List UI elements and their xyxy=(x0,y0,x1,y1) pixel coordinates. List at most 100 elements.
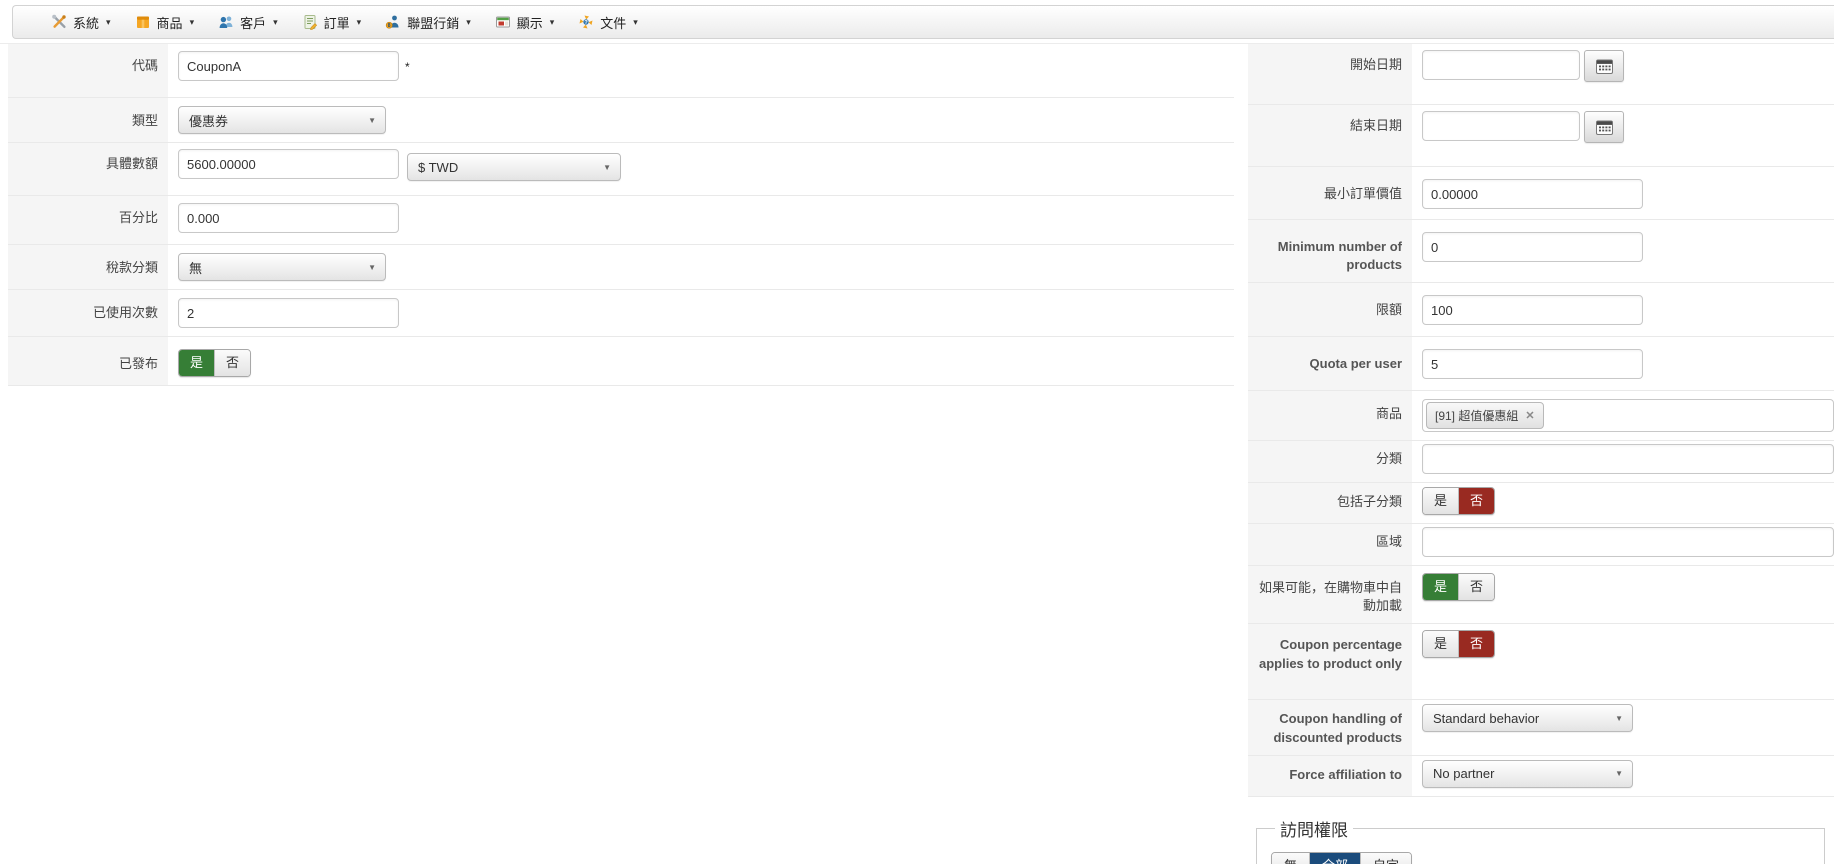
field-row-min-products: Minimum number of products xyxy=(1248,220,1834,284)
menu-item-affiliate[interactable]: 8 聯盟行銷 ▾ xyxy=(373,6,483,38)
regions-input[interactable] xyxy=(1422,526,1834,557)
end-date-calendar-button[interactable] xyxy=(1584,111,1624,143)
chevron-down-icon: ▼ xyxy=(603,162,611,172)
field-row-published: 已發布 是 否 xyxy=(8,337,1234,386)
force-affiliation-select[interactable]: No partner ▼ xyxy=(1422,759,1633,788)
chevron-down-icon: ▾ xyxy=(106,16,111,27)
products-label: 商品 xyxy=(1248,391,1412,441)
menu-item-label: 訂單 xyxy=(323,15,350,31)
start-date-calendar-button[interactable] xyxy=(1584,50,1624,82)
published-label: 已發布 xyxy=(8,337,168,385)
pct-product-only-label: Coupon percentage applies to product onl… xyxy=(1248,624,1412,700)
menu-item-label: 商品 xyxy=(156,15,183,31)
autoload-no-button[interactable]: 否 xyxy=(1458,573,1495,600)
menu-item-label: 客戶 xyxy=(240,15,267,31)
access-legend: 訪問權限 xyxy=(1280,820,1348,840)
menu-item-display[interactable]: 顯示 ▾ xyxy=(483,6,567,38)
chevron-down-icon: ▾ xyxy=(549,16,555,27)
menu-item-orders[interactable]: 訂單 ▾ xyxy=(290,6,374,38)
menu-item-documents[interactable]: ? 文件 ▾ xyxy=(566,6,650,38)
chevron-down-icon: ▼ xyxy=(368,262,376,272)
orders-icon xyxy=(302,14,318,30)
subcategories-no-button[interactable]: 否 xyxy=(1458,488,1495,514)
access-all-button[interactable]: 全部 xyxy=(1309,852,1361,864)
access-custom-button[interactable]: 自定 xyxy=(1360,852,1412,864)
field-row-pct-product-only: Coupon percentage applies to product onl… xyxy=(1248,624,1834,701)
menu-item-customers[interactable]: 客戶 ▾ xyxy=(206,6,290,38)
field-row-code: 代碼 * xyxy=(8,44,1234,98)
end-date-input[interactable] xyxy=(1422,111,1580,141)
min-products-label: Minimum number of products xyxy=(1248,220,1412,283)
quota-per-user-input[interactable] xyxy=(1422,349,1643,380)
coupon-main-column: 代碼 * 類型 優惠券 ▼ 具體數額 $ TWD ▼ xyxy=(8,44,1234,386)
pct-product-only-toggle: 是 否 xyxy=(1422,630,1496,658)
menu-item-products[interactable]: 商品 ▾ xyxy=(123,6,207,38)
include-subcategories-label: 包括子分類 xyxy=(1248,483,1412,523)
field-row-quota-per-user: Quota per user xyxy=(1248,337,1834,392)
menu-item-system[interactable]: 系統 ▾ xyxy=(39,6,123,38)
type-select[interactable]: 優惠券 ▼ xyxy=(178,106,386,134)
regions-label: 區域 xyxy=(1248,523,1412,565)
product-chip-label: [91] 超值優惠組 xyxy=(1435,409,1519,424)
chevron-down-icon: ▾ xyxy=(273,16,278,27)
field-row-categories: 分類 xyxy=(1248,441,1834,484)
discount-handling-select-value: Standard behavior xyxy=(1433,710,1540,726)
access-button-group: 無 全部 自定 xyxy=(1271,851,1413,864)
field-row-min-order-value: 最小訂單價值 xyxy=(1248,167,1834,220)
product-box-icon xyxy=(135,14,151,30)
menu-item-label: 聯盟行銷 xyxy=(407,15,460,31)
chevron-down-icon: ▼ xyxy=(1615,713,1623,723)
tools-icon xyxy=(51,14,67,30)
calendar-icon xyxy=(1595,59,1613,74)
end-date-label: 結束日期 xyxy=(1248,105,1412,166)
menu-item-label: 系統 xyxy=(73,15,100,31)
used-count-input[interactable] xyxy=(178,298,399,328)
field-row-amount: 具體數額 $ TWD ▼ xyxy=(8,143,1234,196)
currency-select[interactable]: $ TWD ▼ xyxy=(407,153,621,181)
type-select-value: 優惠券 xyxy=(189,113,229,129)
access-none-button[interactable]: 無 xyxy=(1272,852,1310,864)
autoload-cart-label: 如果可能，在購物車中自動加載 xyxy=(1248,565,1412,624)
published-no-button[interactable]: 否 xyxy=(214,350,251,376)
field-row-products: 商品 [91] 超值優惠組 ✕ xyxy=(1248,391,1834,442)
discount-handling-select[interactable]: Standard behavior ▼ xyxy=(1422,704,1633,733)
tax-select-value: 無 xyxy=(189,260,203,276)
coupon-restrictions-column: 開始日期 結束日期 最小訂單價值 Minimum number of produ… xyxy=(1248,44,1834,864)
field-row-tax: 稅款分類 無 ▼ xyxy=(8,245,1234,290)
required-marker: * xyxy=(405,60,410,74)
close-icon[interactable]: ✕ xyxy=(1525,409,1534,422)
product-chip: [91] 超值優惠組 ✕ xyxy=(1426,402,1544,430)
field-row-force-affiliation: Force affiliation to No partner ▼ xyxy=(1248,755,1834,797)
tax-select[interactable]: 無 ▼ xyxy=(178,253,386,281)
menu-item-label: 文件 xyxy=(600,15,627,31)
percent-input[interactable] xyxy=(178,203,399,233)
field-row-type: 類型 優惠券 ▼ xyxy=(8,98,1234,143)
autoload-yes-button[interactable]: 是 xyxy=(1423,573,1459,600)
categories-input[interactable] xyxy=(1422,444,1834,475)
tax-label: 稅款分類 xyxy=(8,245,168,289)
force-affiliation-select-value: No partner xyxy=(1433,766,1495,782)
calendar-icon xyxy=(1595,120,1613,135)
field-row-end-date: 結束日期 xyxy=(1248,105,1834,167)
pct-product-only-yes-button[interactable]: 是 xyxy=(1423,631,1459,657)
quota-input[interactable] xyxy=(1422,295,1643,326)
chevron-down-icon: ▼ xyxy=(368,115,376,125)
code-label: 代碼 xyxy=(8,44,168,97)
access-fieldset: 訪問權限 無 全部 自定 xyxy=(1256,815,1825,864)
min-order-value-input[interactable] xyxy=(1422,179,1643,209)
products-chips-input[interactable]: [91] 超值優惠組 ✕ xyxy=(1422,399,1834,433)
amount-input[interactable] xyxy=(178,149,399,179)
coupon-edit-form: 代碼 * 類型 優惠券 ▼ 具體數額 $ TWD ▼ xyxy=(0,43,1834,864)
start-date-label: 開始日期 xyxy=(1248,44,1412,104)
code-input[interactable] xyxy=(178,51,399,81)
field-row-quota: 限額 xyxy=(1248,283,1834,338)
start-date-input[interactable] xyxy=(1422,50,1580,80)
display-icon xyxy=(495,14,511,30)
quota-label: 限額 xyxy=(1248,283,1412,337)
published-toggle: 是 否 xyxy=(178,349,252,377)
pct-product-only-no-button[interactable]: 否 xyxy=(1458,631,1495,657)
subcategories-yes-button[interactable]: 是 xyxy=(1423,488,1459,514)
quota-per-user-label: Quota per user xyxy=(1248,337,1412,391)
published-yes-button[interactable]: 是 xyxy=(179,350,215,376)
min-products-input[interactable] xyxy=(1422,232,1643,262)
